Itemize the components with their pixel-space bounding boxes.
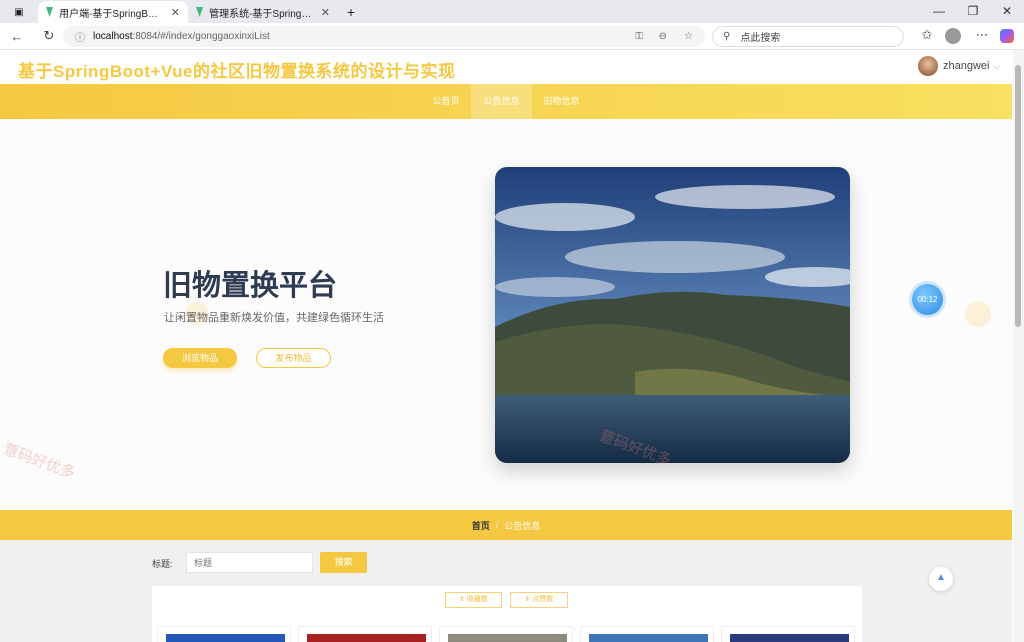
tab-admin[interactable]: 管理系统-基于SpringBoot+Vue的 ✕ (188, 1, 338, 23)
close-icon[interactable]: ✕ (171, 6, 180, 19)
breadcrumb: 首页 / 公告信息 (0, 510, 1012, 540)
nav-item-notices[interactable]: 公告信息 (471, 84, 532, 119)
hero-subtitle: 让闲置物品重新焕发价值，共建绿色循环生活 (164, 312, 384, 324)
main-nav: 公首页 公告信息 旧物信息 (0, 84, 1012, 119)
tab-title: 管理系统-基于SpringBoot+Vue的 (209, 8, 313, 20)
breadcrumb-separator: / (495, 520, 499, 530)
tab-user-portal[interactable]: 用户端-基于SpringBoot+Vue的社 ✕ (38, 1, 188, 23)
browser-tabstrip: ▣ 用户端-基于SpringBoot+Vue的社 ✕ 管理系统-基于Spring… (0, 0, 1024, 23)
page-viewport: 基于SpringBoot+Vue的社区旧物置换系统的设计与实现 zhangwei… (0, 50, 1012, 642)
key-icon[interactable]: ⚿ (635, 31, 643, 42)
back-arrow-icon[interactable]: ← (5, 29, 29, 44)
list-item[interactable] (580, 626, 714, 642)
profile-icon[interactable] (945, 28, 961, 44)
info-icon[interactable]: ⓘ (75, 29, 85, 44)
search-placeholder: 点此搜索 (740, 33, 781, 44)
hero-section: 旧物置换平台 让闲置物品重新焕发价值，共建绿色循环生活 浏览物品 发布物品 薏码… (0, 119, 1012, 510)
list-item[interactable] (439, 626, 573, 642)
item-thumbnail (448, 634, 567, 642)
title-filter-label: 标题: (152, 559, 173, 569)
copilot-icon[interactable] (1000, 29, 1014, 43)
list-item[interactable] (157, 626, 291, 642)
hero-landscape-image (495, 167, 850, 463)
favorite-star-icon[interactable]: ☆ (684, 31, 693, 42)
breadcrumb-home[interactable]: 首页 (472, 519, 490, 532)
user-name: zhangwei (943, 60, 990, 72)
chevron-down-icon: ⌵ (993, 60, 1001, 71)
item-thumbnail (730, 634, 849, 642)
favorites-icon[interactable]: ✩ (915, 27, 939, 43)
address-path: :8084/#/index/gonggaoxinxiList (132, 31, 270, 42)
decorative-dot (965, 301, 991, 327)
notice-list-section: 标题: 搜索 ⇕ 收藏数 ⇕ 点赞数 (0, 540, 1012, 642)
new-tab-button[interactable]: + (338, 1, 364, 23)
page-scrollbar[interactable] (1013, 50, 1024, 642)
nav-item-home[interactable]: 公首页 (420, 84, 471, 119)
item-thumbnail (307, 634, 426, 642)
hero-title: 旧物置换平台 (163, 270, 338, 302)
item-thumbnail (166, 634, 285, 642)
more-menu-icon[interactable]: ⋯ (970, 27, 994, 43)
search-icon: ⚲ (723, 31, 731, 42)
item-thumbnail (589, 634, 708, 642)
zoom-icon[interactable]: ⊖ (659, 31, 667, 42)
search-button[interactable]: 搜索 (320, 552, 367, 573)
site-title: 基于SpringBoot+Vue的社区旧物置换系统的设计与实现 (18, 62, 456, 81)
minimize-button[interactable]: — (922, 0, 956, 23)
browser-toolbar: ← ↻ ⓘ localhost :8084/#/index/gonggaoxin… (0, 23, 1024, 50)
title-filter-input[interactable] (186, 552, 313, 573)
nav-item-items[interactable]: 旧物信息 (532, 84, 592, 119)
user-menu[interactable]: zhangwei ⌵ (918, 56, 1000, 76)
timer-badge[interactable]: 00:12 (912, 284, 943, 315)
list-item[interactable] (298, 626, 432, 642)
scrollbar-thumb[interactable] (1015, 65, 1021, 327)
sort-likes-button[interactable]: ⇕ 点赞数 (510, 592, 568, 608)
tab-title: 用户端-基于SpringBoot+Vue的社 (59, 8, 163, 20)
vue-logo-icon (196, 7, 204, 17)
sort-favorites-button[interactable]: ⇕ 收藏数 (445, 592, 502, 608)
close-window-button[interactable]: ✕ (990, 0, 1024, 23)
breadcrumb-current: 公告信息 (504, 520, 541, 531)
publish-item-button[interactable]: 发布物品 (256, 348, 331, 368)
window-controls: — ❐ ✕ (922, 0, 1024, 23)
browse-items-button[interactable]: 浏览物品 (163, 348, 237, 368)
browser-search-box[interactable]: ⚲ 点此搜索 (712, 26, 904, 47)
maximize-button[interactable]: ❐ (956, 0, 990, 23)
reload-icon[interactable]: ↻ (37, 28, 61, 44)
list-panel: ⇕ 收藏数 ⇕ 点赞数 (152, 586, 862, 642)
vue-logo-icon (46, 7, 54, 17)
address-host: localhost (93, 31, 133, 42)
avatar (918, 56, 938, 76)
address-bar[interactable]: ⓘ localhost :8084/#/index/gonggaoxinxiLi… (63, 26, 705, 47)
list-item[interactable] (721, 626, 855, 642)
back-to-top-button[interactable]: ▲ (929, 567, 953, 591)
close-icon[interactable]: ✕ (321, 6, 330, 19)
tab-actions-icon[interactable]: ▣ (0, 1, 38, 23)
